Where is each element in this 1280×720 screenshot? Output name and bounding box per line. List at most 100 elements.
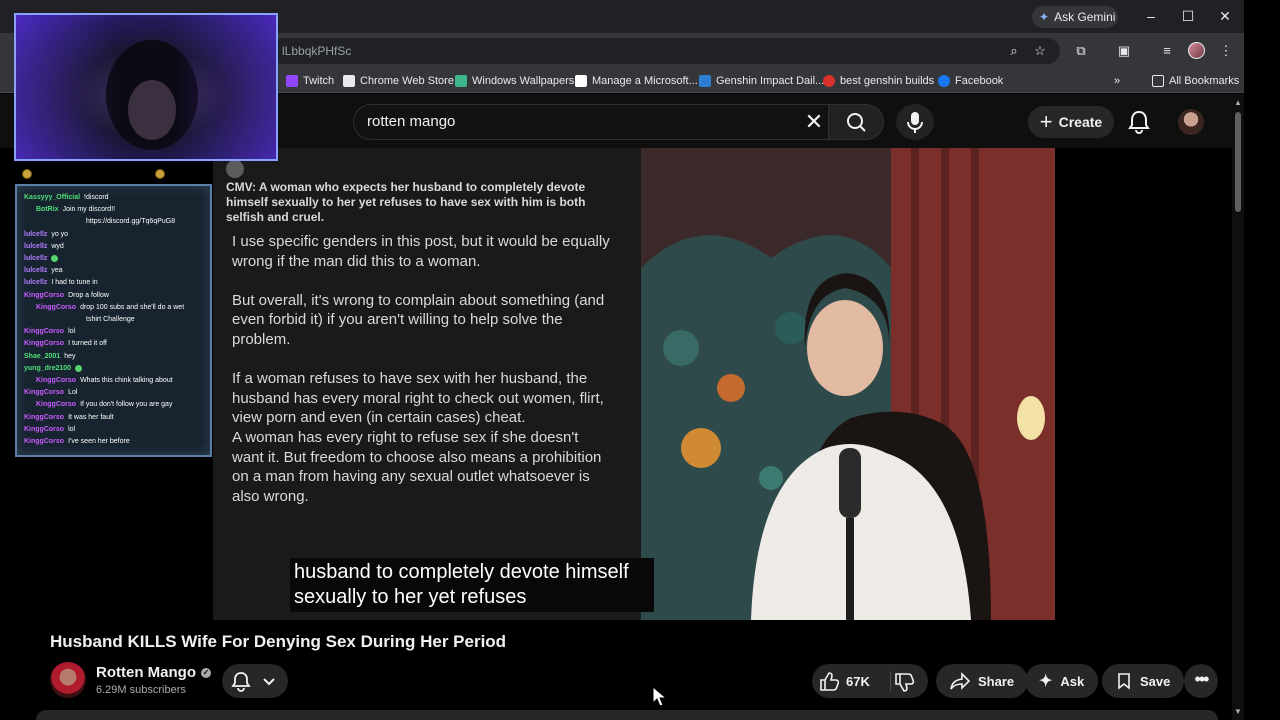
chat-username: KinggCorso — [24, 328, 65, 336]
chat-username: KinggCorso — [24, 340, 65, 348]
reddit-paragraph: If a woman refuses to have sex with her … — [232, 370, 604, 427]
video-caption: husband to completely devote himself sex… — [290, 558, 654, 612]
save-button[interactable]: Save — [1102, 664, 1185, 698]
bookmark-genshin-impact-daily[interactable]: Genshin Impact Dail... — [699, 73, 824, 89]
streamer-webcam-overlay — [14, 13, 278, 161]
bookmark-windows-wallpapers[interactable]: Windows Wallpapers — [455, 73, 574, 89]
bookmark-chrome-web-store[interactable]: Chrome Web Store — [343, 73, 454, 89]
chat-text: lol — [68, 425, 76, 433]
verified-badge-icon: ✓ — [200, 667, 211, 678]
channel-avatar[interactable] — [50, 662, 86, 698]
chat-emote-icon — [75, 364, 83, 372]
video-title: Husband KILLS Wife For Denying Sex Durin… — [50, 632, 507, 651]
chat-username: lulcellz — [24, 255, 48, 263]
subscribed-notifications-button[interactable] — [222, 664, 288, 698]
save-bookmark-icon — [1118, 673, 1130, 690]
plus-icon: + — [1039, 109, 1053, 134]
reddit-post-title: CMV: A woman who expects her husband to … — [226, 180, 586, 224]
media-control-icon[interactable]: ≡ — [1157, 41, 1177, 61]
search-button[interactable] — [828, 104, 884, 140]
chat-text: It was her fault — [68, 413, 114, 421]
ask-gemini-label: Ask Gemini — [1054, 10, 1116, 24]
notifications-bell-icon[interactable] — [1126, 108, 1152, 136]
extensions-icon[interactable]: ⧉ — [1071, 41, 1091, 61]
clear-search-icon[interactable]: ✕ — [800, 108, 828, 136]
screen: ✦ Ask Gemini – ☐ ✕ lLbbqkPHfSc ⌕ ☆ ⧉ ▣ ≡… — [0, 0, 1280, 720]
chat-username: Kassyyy_Official — [24, 194, 81, 201]
stream-chat-messages: Kassyyy_Official !discord BotRix Join my di… — [24, 192, 208, 448]
chat-username: KinggCorso — [24, 291, 65, 299]
scroll-up-arrow-icon[interactable]: ▲ — [1234, 98, 1242, 107]
folder-icon — [1152, 75, 1164, 87]
chat-message: yung_dre2100 — [24, 363, 208, 375]
chrome-menu-icon[interactable]: ⋮ — [1216, 41, 1236, 61]
voice-search-button[interactable] — [896, 104, 934, 140]
gemini-icon: ✦ — [1039, 10, 1050, 24]
all-bookmarks-button[interactable]: All Bookmarks — [1152, 73, 1239, 89]
chat-message: KinggCorso lol — [24, 424, 208, 436]
chat-message: lulcellz yo yo — [24, 229, 208, 241]
address-bar[interactable] — [270, 38, 1060, 64]
chat-text: If you don't follow you are gay — [80, 401, 173, 409]
bookmark-twitch[interactable]: Twitch — [286, 73, 334, 89]
bookmark-facebook[interactable]: Facebook — [938, 73, 1003, 89]
chat-username: Shae_2001 — [24, 352, 61, 360]
address-url: lLbbqkPHfSc — [282, 44, 352, 58]
chat-message: lulcellz wyd — [24, 241, 208, 253]
bookmark-star-icon[interactable]: ☆ — [1030, 41, 1050, 61]
mouse-cursor-icon — [652, 686, 668, 707]
chat-message: tshirt Challenge — [24, 314, 208, 326]
like-count: 67K — [846, 674, 870, 689]
chat-message: https://discord.gg/Tq6qPuG8 — [24, 216, 208, 228]
twitch-icon — [286, 75, 298, 87]
bookmark-manage-microsoft[interactable]: Manage a Microsoft... — [575, 73, 698, 89]
chat-text: tshirt Challenge — [86, 316, 135, 324]
chat-message: KinggCorso If you don't follow you are ga… — [24, 399, 208, 411]
close-window-icon[interactable]: ✕ — [1212, 6, 1238, 26]
chat-text: lol — [68, 328, 76, 336]
description-box[interactable] — [36, 710, 1218, 720]
builds-icon — [823, 75, 835, 87]
chat-username: KinggCorso — [24, 425, 65, 433]
reddit-paragraph: I use specific genders in this post, but… — [232, 233, 610, 270]
caption-line-1: husband to completely devote himself — [294, 561, 629, 583]
share-button[interactable]: Share — [936, 664, 1029, 698]
minimize-icon[interactable]: – — [1138, 6, 1164, 26]
chat-username: lulcellz — [24, 267, 48, 275]
chat-decoration-icon — [155, 169, 165, 179]
scroll-down-arrow-icon[interactable]: ▼ — [1234, 707, 1242, 716]
chat-text: Join my discord!! — [62, 206, 116, 214]
sparkle-icon: ✦ — [1039, 673, 1053, 690]
genshin-icon — [699, 75, 711, 87]
ask-button[interactable]: ✦ Ask — [1025, 664, 1099, 698]
chat-text: Drop a follow — [68, 291, 109, 299]
dislike-icon[interactable] — [893, 672, 915, 694]
chat-username: KinggCorso — [24, 389, 65, 397]
microsoft-icon — [575, 75, 587, 87]
like-icon[interactable] — [818, 670, 840, 692]
channel-name-link[interactable]: Rotten Mango ✓ — [96, 664, 211, 681]
maximize-icon[interactable]: ☐ — [1175, 6, 1201, 26]
chat-message: lulcellz — [24, 253, 208, 265]
create-button[interactable]: + Create — [1028, 106, 1114, 138]
chat-message: KinggCorso It was her fault — [24, 412, 208, 424]
chrome-web-store-icon — [343, 75, 355, 87]
channel-name: Rotten Mango — [96, 664, 196, 681]
youtube-account-avatar[interactable] — [1178, 109, 1204, 135]
bookmark-best-genshin-builds[interactable]: best genshin builds — [823, 73, 934, 89]
chat-text: I turned it off — [68, 340, 107, 348]
webcam-lighting — [16, 15, 276, 159]
share-icon — [950, 672, 970, 690]
caption-line-2: sexually to her yet refuses — [294, 586, 527, 608]
more-actions-icon[interactable]: ••• — [1184, 664, 1218, 698]
ask-gemini-button[interactable]: ✦ Ask Gemini — [1032, 6, 1118, 28]
cast-icon[interactable]: ▣ — [1114, 41, 1134, 61]
chrome-profile-avatar[interactable] — [1188, 42, 1205, 59]
zoom-icon[interactable]: ⌕ — [1004, 41, 1024, 61]
create-label: Create — [1058, 114, 1103, 130]
chat-message: KinggCorso I turned it off — [24, 338, 208, 350]
chat-username: lulcellz — [24, 230, 48, 238]
bookmarks-overflow-button[interactable]: » — [1114, 73, 1120, 89]
scrollbar-thumb[interactable] — [1235, 112, 1241, 212]
search-query: rotten mango — [367, 113, 456, 130]
